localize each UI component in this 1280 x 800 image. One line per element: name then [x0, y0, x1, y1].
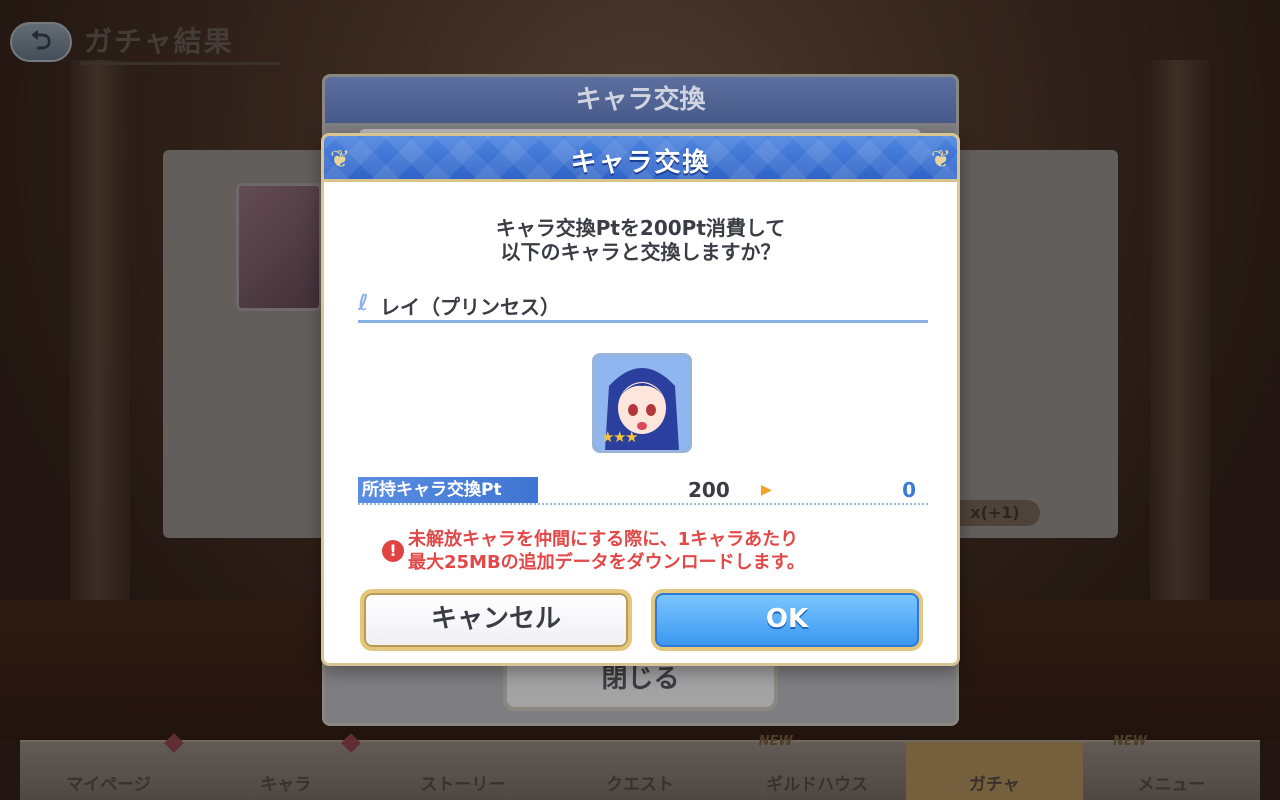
dialog-title: キャラ交換: [570, 148, 711, 178]
swirl-icon: ℓ: [358, 291, 369, 316]
dialog-header: ❦ キャラ交換 ❦: [324, 136, 957, 182]
download-warning-line: 最大25MBの追加データをダウンロードします。: [408, 552, 805, 573]
cancel-button[interactable]: キャンセル: [360, 589, 632, 651]
download-warning-line: 未解放キャラを仲間にする際に、1キャラあたり: [408, 529, 799, 550]
exchange-confirm-dialog: ❦ キャラ交換 ❦ キャラ交換Ptを200Pt消費して 以下のキャラと交換します…: [321, 133, 960, 666]
rarity-star-icon: ★: [625, 428, 639, 446]
confirm-message-line: 以下のキャラと交換しますか？: [500, 240, 781, 264]
exchange-points-after: 0: [902, 478, 916, 502]
arrow-right-icon: ▶: [761, 482, 772, 498]
confirm-message-line: キャラ交換Ptを200Pt消費して: [495, 216, 786, 240]
exchange-points-current: 200: [688, 478, 730, 502]
exchange-points-row: 所持キャラ交換Pt 200 ▶ 0: [358, 477, 928, 505]
background-dialog-title: キャラ交換: [325, 77, 956, 123]
character-portrait: ★ ★ ★: [592, 353, 692, 453]
download-warning: 未解放キャラを仲間にする際に、1キャラあたり 最大25MBの追加データをダウンロ…: [408, 528, 805, 574]
character-name-row: ℓ レイ（プリンセス）: [358, 289, 928, 323]
warning-icon: !: [382, 540, 404, 562]
exchange-points-label: 所持キャラ交換Pt: [358, 477, 538, 503]
confirm-message: キャラ交換Ptを200Pt消費して 以下のキャラと交換しますか？: [324, 216, 957, 264]
ok-button[interactable]: OK: [651, 589, 923, 651]
ornament-icon: ❦: [930, 145, 951, 173]
character-name: レイ（プリンセス）: [380, 295, 560, 319]
